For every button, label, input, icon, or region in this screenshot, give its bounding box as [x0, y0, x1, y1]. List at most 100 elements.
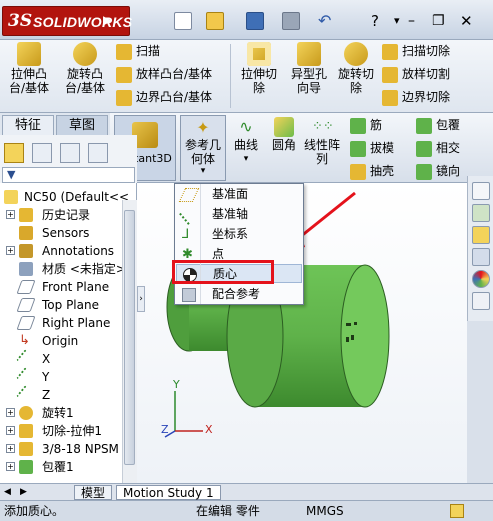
configuration-manager-tab-icon[interactable]	[60, 143, 80, 163]
hole-wizard-label: 异型孔 向导	[290, 67, 327, 95]
expand-icon[interactable]: +	[6, 210, 15, 219]
extrude-boss-button[interactable]: 拉伸凸 台/基体	[4, 42, 54, 95]
reference-geometry-dropdown-icon[interactable]: ▾	[181, 166, 225, 176]
tab-motion-study[interactable]: Motion Study 1	[116, 485, 221, 500]
view-palette-icon[interactable]	[472, 248, 490, 266]
sweep-button[interactable]: 扫描	[116, 41, 160, 61]
expand-icon[interactable]: +	[6, 408, 15, 417]
tree-item-label: 旋转1	[42, 406, 74, 420]
design-library-icon[interactable]	[472, 204, 490, 222]
shell-button[interactable]: 抽壳	[350, 161, 394, 181]
swept-cut-button[interactable]: 扫描切除	[382, 41, 450, 61]
mirror-icon	[416, 163, 432, 180]
wrap-button[interactable]: 包覆	[416, 115, 460, 135]
status-units[interactable]: MMGS	[306, 501, 344, 521]
tree-collapse-handle[interactable]: ›	[137, 286, 145, 312]
boundary-cut-label: 边界切除	[402, 90, 451, 104]
tree-filter-field[interactable]: ▼	[2, 167, 135, 183]
help-icon[interactable]: ?	[366, 12, 384, 30]
plane-icon	[16, 280, 36, 294]
menu-item-plane[interactable]: 基准面	[176, 185, 302, 204]
revolve-cut-button[interactable]: 旋转切 除	[332, 42, 380, 95]
linear-pattern-button[interactable]: ⁘⁘ 线性阵 列	[302, 117, 342, 166]
fillet-button[interactable]: 圆角	[266, 117, 302, 152]
menu-item-axis[interactable]: 基准轴	[176, 205, 302, 225]
property-manager-tab-icon[interactable]	[32, 143, 52, 163]
logo-ds-mark: 3S	[8, 11, 33, 31]
revolve-boss-icon	[73, 42, 97, 66]
tree-scrollbar-thumb[interactable]	[124, 210, 135, 465]
file-explorer-icon[interactable]	[472, 226, 490, 244]
triad-x-label: X	[205, 423, 213, 436]
task-pane-empty	[467, 321, 493, 483]
tab-model[interactable]: 模型	[74, 485, 113, 500]
fillet-label: 圆角	[271, 138, 296, 152]
expand-icon[interactable]: +	[6, 462, 15, 471]
menu-item-coordinate-system[interactable]: ⅃ 坐标系	[176, 225, 302, 244]
rib-button[interactable]: 筋	[350, 115, 382, 135]
solidworks-logo[interactable]: 3S SOLIDWORKS ▶	[2, 6, 133, 36]
feature-manager-tab-icon[interactable]	[4, 143, 24, 163]
extrude-cut-button[interactable]: 拉伸切 除	[234, 42, 284, 95]
loft-boss-button[interactable]: 放样凸台/基体	[116, 64, 212, 84]
expand-icon[interactable]: +	[6, 444, 15, 453]
large-cylinder-face	[340, 264, 390, 408]
tab-scroll-left-icon[interactable]: ◀	[4, 487, 11, 497]
part-icon	[4, 190, 18, 204]
expand-icon[interactable]: +	[6, 246, 15, 255]
menu-item-mate-reference[interactable]: 配合参考	[176, 285, 302, 304]
wrap-feature-icon	[19, 460, 33, 474]
minimize-icon[interactable]: –	[408, 12, 426, 30]
new-document-icon[interactable]	[174, 12, 192, 30]
mirror-button[interactable]: 镜向	[416, 161, 460, 181]
hole-wizard-icon	[297, 42, 321, 66]
intersect-icon	[416, 140, 432, 157]
coordinate-system-icon: ⅃	[182, 227, 190, 242]
task-pane-home-icon[interactable]	[472, 182, 490, 200]
extrude-cut-label: 拉伸切 除	[240, 67, 277, 95]
rebuild-icon[interactable]	[450, 504, 464, 518]
axis-icon	[16, 367, 36, 387]
draft-button[interactable]: 拔模	[350, 138, 394, 158]
triad-y-label: Y	[173, 378, 180, 391]
fillet-icon	[274, 117, 294, 137]
boundary-boss-button[interactable]: 边界凸台/基体	[116, 87, 212, 107]
tab-scroll-right-icon[interactable]: ▶	[20, 487, 27, 497]
dimxpert-tab-icon[interactable]	[88, 143, 108, 163]
plane-icon	[16, 316, 36, 330]
bottom-tab-strip: ◀ ▶ 模型 Motion Study 1	[0, 483, 493, 500]
close-icon[interactable]: ✕	[460, 12, 478, 30]
lofted-cut-button[interactable]: 放样切割	[382, 64, 450, 84]
title-bar: 3S SOLIDWORKS ▶ ↶ ? ▾ – ❐ ✕	[0, 0, 493, 40]
tab-features[interactable]: 特征	[2, 115, 54, 135]
save-icon[interactable]	[246, 12, 264, 30]
curves-dropdown-icon[interactable]: ▾	[228, 152, 264, 166]
appearances-icon[interactable]	[472, 270, 490, 288]
revolve-boss-button[interactable]: 旋转凸 台/基体	[60, 42, 110, 95]
linear-pattern-label: 线性阵 列	[303, 138, 340, 166]
curves-button[interactable]: ∿ 曲线 ▾	[228, 117, 264, 166]
annotation-arrow-shaft	[294, 191, 356, 243]
status-message: 添加质心。	[4, 504, 65, 518]
hole-wizard-button[interactable]: 异型孔 向导	[284, 42, 334, 95]
boundary-cut-button[interactable]: 边界切除	[382, 87, 450, 107]
custom-properties-icon[interactable]	[472, 292, 490, 310]
extrude-boss-icon	[17, 42, 41, 66]
restore-icon[interactable]: ❐	[432, 12, 450, 30]
expand-icon[interactable]: +	[6, 426, 15, 435]
plane-icon	[16, 298, 36, 312]
logo-text: SOLIDWORKS	[33, 14, 133, 30]
intersect-button[interactable]: 相交	[416, 138, 460, 158]
status-edit-mode: 在编辑 零件	[196, 504, 260, 518]
sensors-icon	[19, 226, 33, 240]
tree-item-label: Y	[42, 370, 50, 384]
feature-tree: NC50 (Default<< + 历史记录 Sensors + Annotatio…	[0, 183, 137, 483]
open-folder-icon[interactable]	[206, 12, 224, 30]
print-icon[interactable]	[282, 12, 300, 30]
feature-ribbon: 拉伸凸 台/基体 旋转凸 台/基体 扫描 放样凸台/基体 边界凸台/基体 拉伸切…	[0, 40, 493, 113]
tab-sketch[interactable]: 草图	[56, 115, 108, 135]
origin-icon: ↳	[19, 333, 30, 348]
reference-geometry-button[interactable]: ✦ 参考几 何体 ▾	[180, 115, 226, 181]
tree-item-label: Sensors	[42, 226, 90, 240]
undo-icon[interactable]: ↶	[318, 12, 336, 30]
